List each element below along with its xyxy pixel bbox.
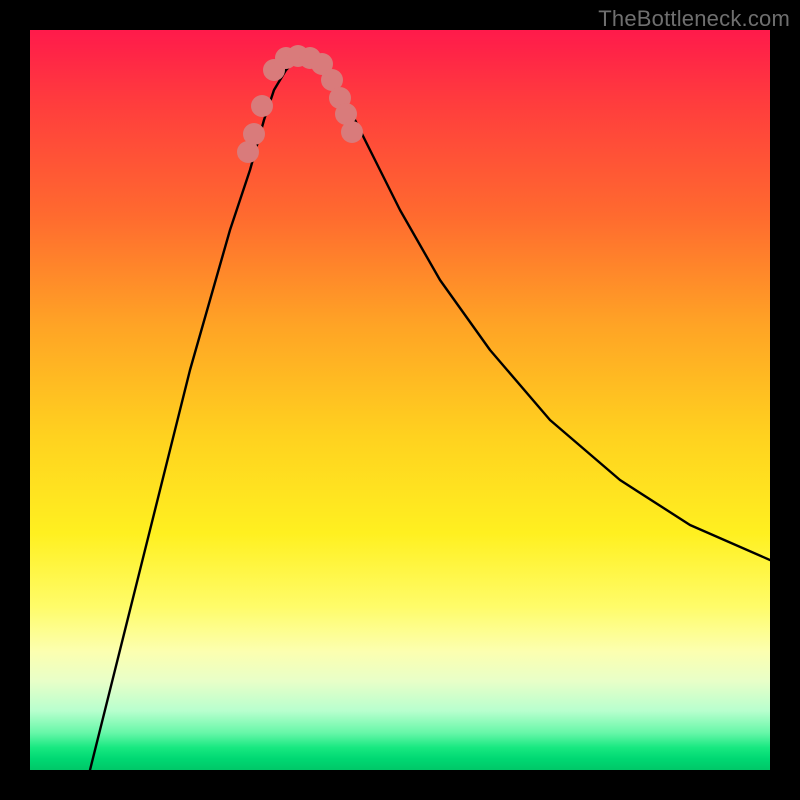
- chart-frame: TheBottleneck.com: [0, 0, 800, 800]
- curve-marker: [243, 123, 265, 145]
- marker-group: [237, 45, 363, 163]
- chart-plot-area: [30, 30, 770, 770]
- chart-svg: [30, 30, 770, 770]
- curve-marker: [341, 121, 363, 143]
- bottleneck-curve: [90, 58, 770, 770]
- watermark-text: TheBottleneck.com: [598, 6, 790, 32]
- curve-marker: [251, 95, 273, 117]
